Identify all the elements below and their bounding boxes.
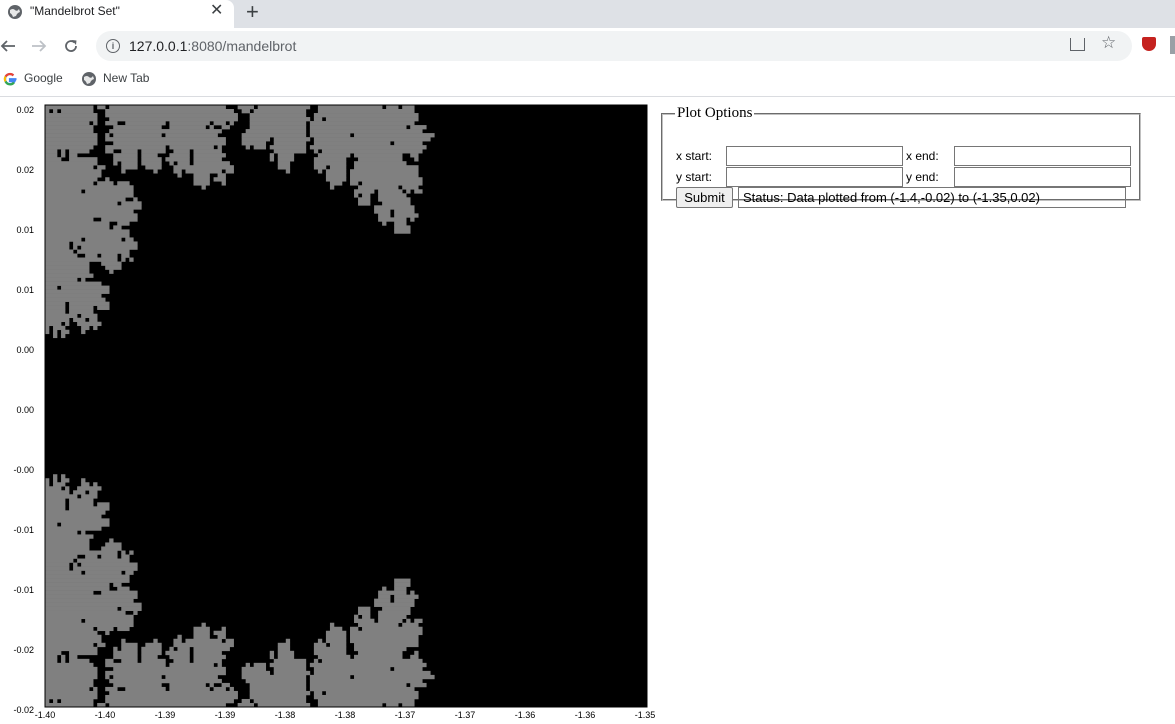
bookmark-label: New Tab bbox=[103, 71, 150, 85]
tab-strip: "Mandelbrot Set" ✕ + bbox=[0, 0, 1175, 28]
status-field: Status: Data plotted from (-1.4,-0.02) t… bbox=[738, 187, 1126, 208]
new-tab-button[interactable]: + bbox=[246, 0, 259, 24]
bookmark-new-tab[interactable]: New Tab bbox=[81, 70, 161, 90]
bookmark-google[interactable]: Google bbox=[2, 70, 72, 90]
y-tick-label: 0.00 bbox=[16, 345, 34, 355]
submit-button[interactable]: Submit bbox=[676, 187, 733, 208]
x-tick-label: -1.39 bbox=[215, 710, 236, 720]
url-path: :8080/mandelbrot bbox=[187, 38, 297, 54]
plot-options-panel: Plot Options x start: x end: y start: y … bbox=[661, 105, 1141, 208]
y-end-label: y end: bbox=[906, 170, 939, 184]
y-tick-label: 0.02 bbox=[16, 105, 34, 115]
fractal-image bbox=[45, 105, 647, 708]
x-start-input[interactable] bbox=[726, 146, 903, 166]
url-host: 127.0.0.1 bbox=[129, 38, 188, 54]
y-tick-label: -0.02 bbox=[13, 645, 34, 655]
x-tick-label: -1.36 bbox=[575, 710, 596, 720]
url-text: 127.0.0.1:8080/mandelbrot bbox=[129, 38, 296, 54]
google-icon bbox=[3, 72, 17, 86]
mandelbrot-chart[interactable]: 0.02 0.02 0.01 0.01 0.00 0.00 -0.00 -0.01 -0.01 -… bbox=[0, 97, 660, 724]
y-tick-label: 0.01 bbox=[16, 285, 34, 295]
y-tick-label: 0.01 bbox=[16, 225, 34, 235]
y-tick-label: -0.00 bbox=[13, 465, 34, 475]
back-arrow-icon[interactable] bbox=[0, 38, 16, 54]
x-axis: -1.40 -1.40 -1.39 -1.39 -1.38 -1.38 -1.37 -1.37… bbox=[35, 710, 656, 720]
mandelbrot-plot[interactable]: 0.02 0.02 0.01 0.01 0.00 0.00 -0.00 -0.01 -0.01 -… bbox=[0, 97, 660, 724]
x-end-input[interactable] bbox=[954, 146, 1131, 166]
y-tick-label: 0.00 bbox=[16, 405, 34, 415]
reload-icon[interactable] bbox=[63, 38, 79, 54]
y-tick-label: -0.01 bbox=[13, 525, 34, 535]
x-tick-label: -1.38 bbox=[335, 710, 356, 720]
bookmarks-bar: Google New Tab bbox=[0, 64, 1175, 97]
address-bar[interactable]: i 127.0.0.1:8080/mandelbrot bbox=[96, 31, 1132, 61]
x-start-label: x start: bbox=[676, 149, 713, 163]
x-tick-label: -1.40 bbox=[95, 710, 116, 720]
y-axis: 0.02 0.02 0.01 0.01 0.00 0.00 -0.00 -0.01 -0.01 -… bbox=[13, 105, 34, 715]
x-tick-label: -1.37 bbox=[395, 710, 416, 720]
x-tick-label: -1.40 bbox=[35, 710, 56, 720]
share-icon[interactable] bbox=[1070, 38, 1085, 51]
tab-title: "Mandelbrot Set" bbox=[30, 4, 120, 18]
plot-options-legend: Plot Options bbox=[677, 105, 753, 121]
menu-icon[interactable] bbox=[1170, 36, 1175, 54]
bookmark-star-icon[interactable]: ☆ bbox=[1101, 33, 1116, 53]
globe-icon bbox=[82, 72, 96, 86]
extension-icon[interactable] bbox=[1142, 37, 1156, 51]
bookmark-label: Google bbox=[24, 71, 63, 85]
tab-close-icon[interactable]: ✕ bbox=[210, 3, 223, 19]
x-tick-label: -1.37 bbox=[455, 710, 476, 720]
x-end-label: x end: bbox=[906, 149, 939, 163]
y-tick-label: -0.01 bbox=[13, 585, 34, 595]
tab-mandelbrot[interactable]: "Mandelbrot Set" ✕ bbox=[0, 0, 234, 28]
y-start-input[interactable] bbox=[726, 167, 903, 187]
y-tick-label: -0.02 bbox=[13, 705, 34, 715]
x-tick-label: -1.38 bbox=[275, 710, 296, 720]
y-tick-label: 0.02 bbox=[16, 165, 34, 175]
x-tick-label: -1.36 bbox=[515, 710, 536, 720]
y-start-label: y start: bbox=[676, 170, 713, 184]
x-tick-label: -1.35 bbox=[635, 710, 656, 720]
browser-toolbar: i 127.0.0.1:8080/mandelbrot ☆ bbox=[0, 28, 1175, 64]
forward-arrow-icon[interactable] bbox=[31, 38, 47, 54]
site-info-icon[interactable]: i bbox=[106, 39, 120, 53]
x-tick-label: -1.39 bbox=[155, 710, 176, 720]
globe-icon bbox=[8, 5, 22, 19]
y-end-input[interactable] bbox=[954, 167, 1131, 187]
